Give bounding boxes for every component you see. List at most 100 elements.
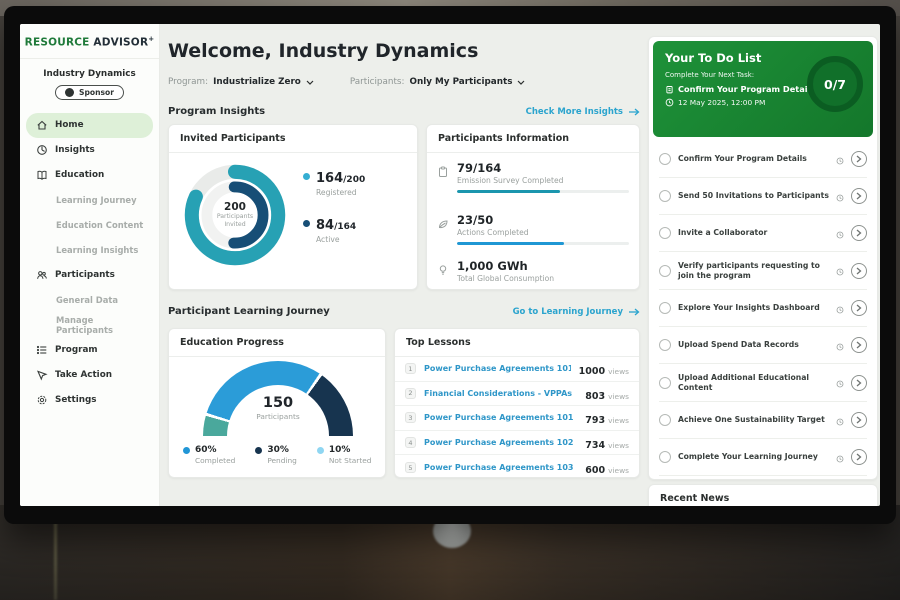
task-checkbox[interactable] [659,302,671,314]
plant-stem [54,520,57,600]
lesson-row[interactable]: 4Power Purchase Agreements 102734views [395,431,639,456]
lesson-views: 793views [585,408,629,427]
task-open-button[interactable] [851,449,867,465]
take-action-icon [35,369,48,382]
sidebar-item-label: Learning Insights [56,245,138,255]
sidebar-item-label: Learning Journey [56,195,137,205]
task-checkbox[interactable] [659,153,671,165]
task-open-button[interactable] [851,225,867,241]
clock-icon [836,150,844,169]
donut-center-label: 200 Participants Invited [181,161,289,269]
task-checkbox[interactable] [659,265,671,277]
task-label: Verify participants requesting to join t… [678,261,829,281]
task-checkbox[interactable] [659,414,671,426]
lesson-title-link[interactable]: Power Purchase Agreements 102 [424,438,577,447]
todo-progress-ring: 0/7 [807,56,863,112]
sidebar-item-program[interactable]: Program [26,338,153,363]
lesson-title-link[interactable]: Financial Considerations - VPPAs [424,389,577,398]
arrow-right-icon [628,108,640,116]
task-row[interactable]: Upload Additional Educational Content [659,364,867,402]
program-insights-header: Program Insights Check More Insights [168,106,640,117]
insights-icon [35,144,48,157]
lessons-list: 1Power Purchase Agreements 1011000views2… [395,357,639,480]
participants-value: Only My Participants [409,77,512,87]
donut-legend: 164/200 Registered 84/164 Active [303,167,365,261]
sidebar-item-label: General Data [56,295,118,305]
actions-progress-bar [457,242,629,245]
task-checkbox[interactable] [659,190,671,202]
sidebar-item-participants[interactable]: Participants [26,263,153,288]
monitor-bezel: RESOURCE ADVISOR+ Industry Dynamics Spon… [4,6,896,524]
sidebar-item-education-content[interactable]: Education Content [26,213,153,238]
lesson-row[interactable]: 5Power Purchase Agreements 103600views [395,455,639,480]
sponsor-badge: Sponsor [55,85,124,100]
sidebar-item-learning-journey[interactable]: Learning Journey [26,188,153,213]
task-row[interactable]: Send 50 Invitations to Participants [659,178,867,215]
task-open-button[interactable] [851,412,867,428]
sidebar-item-education[interactable]: Education [26,163,153,188]
completed-dot [183,447,190,454]
lesson-title-link[interactable]: Power Purchase Agreements 103 [424,463,577,472]
sidebar-item-label: Take Action [55,370,112,380]
lesson-title-link[interactable]: Power Purchase Agreements 101 [424,364,571,373]
task-open-button[interactable] [851,188,867,204]
lesson-row[interactable]: 3Power Purchase Agreements 101793views [395,406,639,431]
task-row[interactable]: Complete Your Learning Journey [659,439,867,476]
learning-journey-header: Participant Learning Journey Go to Learn… [168,306,640,317]
sidebar-item-label: Education Content [56,220,143,230]
task-checkbox[interactable] [659,227,671,239]
sidebar-item-take-action[interactable]: Take Action [26,363,153,388]
participants-information-title: Participants Information [427,125,639,153]
program-insights-title: Program Insights [168,106,265,117]
task-row[interactable]: Confirm Your Program Details [659,141,867,178]
sidebar-item-label: Participants [55,270,115,280]
program-dropdown[interactable]: Program: Industrialize Zero [168,77,314,87]
task-checkbox[interactable] [659,377,671,389]
clock-icon [836,336,844,355]
participants-information-card: Participants Information 79/164 Emission… [426,124,640,290]
invited-participants-card: Invited Participants 200 Participants In… [168,124,418,290]
participants-icon [35,269,48,282]
task-open-button[interactable] [851,151,867,167]
task-row[interactable]: Upload Spend Data Records [659,327,867,364]
legend-registered: 164/200 Registered [303,167,365,197]
task-row[interactable]: Achieve One Sustainability Target [659,402,867,439]
sidebar-item-general-data[interactable]: General Data [26,288,153,313]
invited-donut-chart: 200 Participants Invited [181,161,289,269]
task-label: Explore Your Insights Dashboard [678,303,829,313]
task-open-button[interactable] [851,263,867,279]
gauge-legend: 60%Completed 30%Pending 10%Not Started [183,445,377,465]
check-more-insights-link[interactable]: Check More Insights [526,107,640,117]
gauge-center-label: 150 Participants [203,395,353,421]
task-open-button[interactable] [851,300,867,316]
clock-icon [836,411,844,430]
task-label: Complete Your Learning Journey [678,452,829,462]
participants-label: Participants: [350,77,405,87]
task-label: Upload Spend Data Records [678,340,829,350]
task-checkbox[interactable] [659,339,671,351]
emission-progress-bar [457,190,629,193]
task-row[interactable]: Invite a Collaborator [659,215,867,252]
sidebar-item-settings[interactable]: Settings [26,388,153,413]
sidebar-item-label: Home [55,120,84,130]
dashboard-screen: RESOURCE ADVISOR+ Industry Dynamics Spon… [20,24,880,506]
logo-plus: + [148,35,154,43]
task-open-button[interactable] [851,375,867,391]
legend-active: 84/164 Active [303,214,365,244]
sidebar-item-insights[interactable]: Insights [26,138,153,163]
sidebar-item-home[interactable]: Home [26,113,153,138]
task-row[interactable]: Explore Your Insights Dashboard [659,290,867,327]
lesson-title-link[interactable]: Power Purchase Agreements 101 [424,413,577,422]
go-to-learning-journey-link[interactable]: Go to Learning Journey [513,307,640,317]
lesson-row[interactable]: 2Financial Considerations - VPPAs803view… [395,382,639,407]
program-icon [35,344,48,357]
logo-secondary: ADVISOR [93,37,148,49]
sidebar-item-learning-insights[interactable]: Learning Insights [26,238,153,263]
sidebar-item-manage-participants[interactable]: Manage Participants [26,313,153,338]
task-checkbox[interactable] [659,451,671,463]
task-row[interactable]: Verify participants requesting to join t… [659,252,867,290]
participants-dropdown[interactable]: Participants: Only My Participants [350,77,526,87]
lesson-row[interactable]: 1Power Purchase Agreements 1011000views [395,357,639,382]
task-open-button[interactable] [851,337,867,353]
lesson-views: 803views [585,384,629,403]
